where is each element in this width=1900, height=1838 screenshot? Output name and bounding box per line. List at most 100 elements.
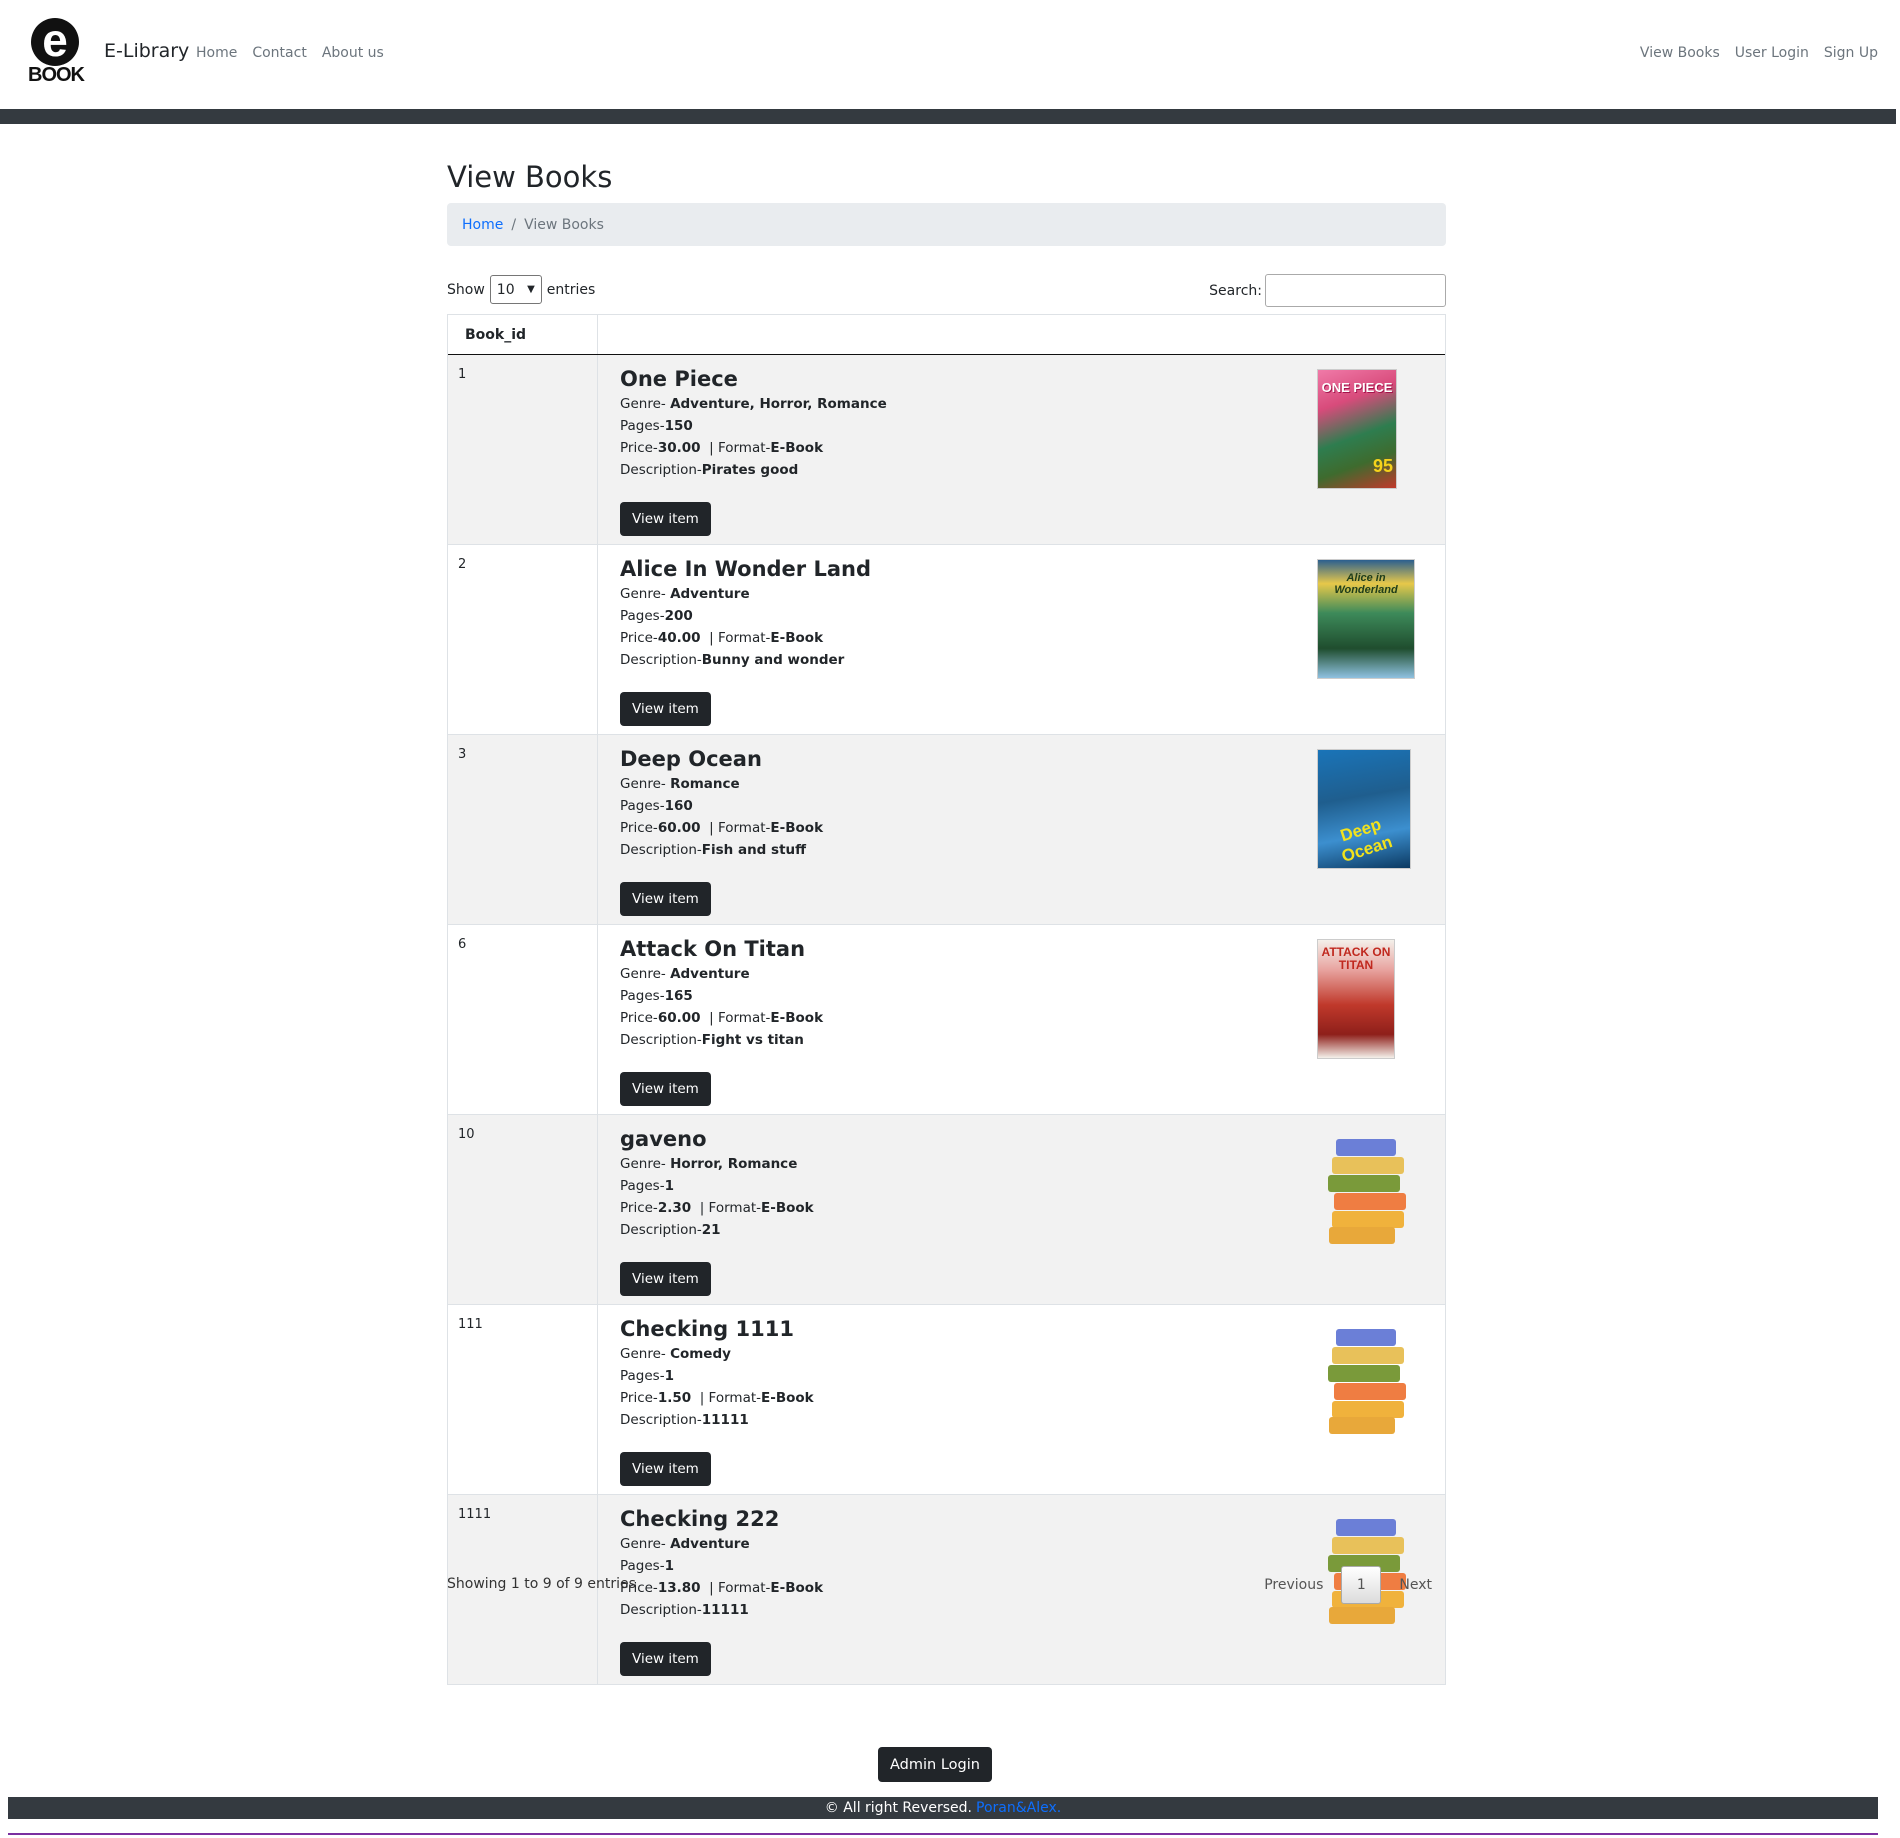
table-header: Book_id — [448, 314, 1445, 355]
footer-bottom-line — [8, 1833, 1878, 1835]
pagination-page-1[interactable]: 1 — [1341, 1566, 1382, 1604]
book-title: Checking 1111 — [620, 1317, 794, 1341]
breadcrumb-home-link[interactable]: Home — [462, 217, 503, 233]
book-title: Deep Ocean — [620, 747, 762, 771]
book-description: Description-Fight vs titan — [620, 1032, 804, 1048]
book-stack-icon[interactable] — [1326, 1137, 1406, 1244]
book-genre: Genre- Adventure — [620, 966, 750, 982]
footer-author-link[interactable]: Poran&Alex. — [976, 1800, 1061, 1816]
book-price-format: Price-1.50 | Format-E-Book — [620, 1390, 814, 1406]
table-info: Showing 1 to 9 of 9 entries — [447, 1576, 636, 1592]
table-row: 6 Attack On Titan Genre- Adventure Pages… — [448, 925, 1445, 1115]
book-cell: One Piece Genre- Adventure, Horror, Roma… — [598, 355, 1445, 544]
book-title: gaveno — [620, 1127, 707, 1151]
book-cell: Alice In Wonder Land Genre- Adventure Pa… — [598, 545, 1445, 734]
book-cell: Checking 1111 Genre- Comedy Pages-1 Pric… — [598, 1305, 1445, 1494]
nav-user-login-link[interactable]: User Login — [1735, 45, 1809, 61]
book-genre: Genre- Adventure — [620, 586, 750, 602]
book-id-cell: 2 — [448, 545, 598, 734]
pagination-next[interactable]: Next — [1385, 1568, 1446, 1602]
show-label: Show — [447, 281, 485, 298]
book-id-cell: 6 — [448, 925, 598, 1114]
book-cell: gaveno Genre- Horror, Romance Pages-1 Pr… — [598, 1115, 1445, 1304]
pagination-previous[interactable]: Previous — [1250, 1568, 1337, 1602]
table-row: 2 Alice In Wonder Land Genre- Adventure … — [448, 545, 1445, 735]
book-pages: Pages-200 — [620, 608, 693, 624]
ebook-logo[interactable]: e BOOK — [25, 14, 87, 86]
books-table: Book_id 1 One Piece Genre- Adventure, Ho… — [447, 314, 1446, 1685]
book-genre: Genre- Comedy — [620, 1346, 731, 1362]
book-price-format: Price-40.00 | Format-E-Book — [620, 630, 824, 646]
attack-on-titan-cover[interactable]: ATTACK ON TITAN — [1317, 939, 1395, 1059]
view-item-button[interactable]: View item — [620, 1072, 711, 1106]
column-header-book-id[interactable]: Book_id — [448, 315, 598, 354]
book-genre: Genre- Horror, Romance — [620, 1156, 798, 1172]
breadcrumb: Home / View Books — [447, 203, 1446, 246]
nav-left: Home Contact About us — [196, 45, 384, 61]
search-input[interactable] — [1265, 274, 1446, 307]
breadcrumb-current: View Books — [524, 216, 604, 233]
navbar-divider — [0, 109, 1896, 124]
nav-right: View Books User Login Sign Up — [1640, 45, 1878, 61]
entries-length-control: Show 10 ▼ entries — [447, 275, 595, 304]
book-id-cell: 10 — [448, 1115, 598, 1304]
book-price-format: Price-60.00 | Format-E-Book — [620, 820, 824, 836]
book-title: One Piece — [620, 367, 738, 391]
admin-login-button[interactable]: Admin Login — [878, 1747, 992, 1782]
nav-about-link[interactable]: About us — [322, 45, 384, 61]
book-pages: Pages-160 — [620, 798, 693, 814]
table-search: Search: — [1209, 274, 1446, 307]
navbar: e BOOK E-Library Home Contact About us V… — [0, 0, 1900, 109]
book-description: Description-21 — [620, 1222, 721, 1238]
search-label: Search: — [1209, 282, 1262, 299]
view-item-button[interactable]: View item — [620, 1262, 711, 1296]
footer-text: © All right Reversed. — [824, 1800, 972, 1816]
nav-contact-link[interactable]: Contact — [252, 45, 306, 61]
cover-title-text: ATTACK ON TITAN — [1321, 945, 1391, 972]
book-cell: Deep Ocean Genre- Romance Pages-160 Pric… — [598, 735, 1445, 924]
nav-sign-up-link[interactable]: Sign Up — [1824, 45, 1878, 61]
logo-letter: e — [42, 14, 68, 66]
brand-name[interactable]: E-Library — [104, 40, 189, 62]
table-row: 10 gaveno Genre- Horror, Romance Pages-1… — [448, 1115, 1445, 1305]
book-genre: Genre- Romance — [620, 776, 740, 792]
book-genre: Genre- Adventure, Horror, Romance — [620, 396, 887, 412]
book-stack-icon[interactable] — [1326, 1327, 1406, 1434]
cover-volume-text: 95 — [1372, 456, 1394, 476]
book-pages: Pages-165 — [620, 988, 693, 1004]
book-description: Description-Fish and stuff — [620, 842, 807, 858]
entries-select-value: 10 — [496, 281, 515, 298]
view-item-button[interactable]: View item — [620, 692, 711, 726]
book-description: Description-Bunny and wonder — [620, 652, 845, 668]
deep-ocean-cover[interactable]: Deep Ocean — [1317, 749, 1411, 869]
cover-title-text: Deep Ocean — [1338, 814, 1395, 867]
alice-cover[interactable]: Alice in Wonderland — [1317, 559, 1415, 679]
pagination: Previous 1 Next — [1250, 1566, 1446, 1604]
nav-home-link[interactable]: Home — [196, 45, 237, 61]
view-item-button[interactable]: View item — [620, 1452, 711, 1486]
view-item-button[interactable]: View item — [620, 502, 711, 536]
page-title: View Books — [447, 160, 613, 194]
book-price-format: Price-2.30 | Format-E-Book — [620, 1200, 814, 1216]
book-title: Alice In Wonder Land — [620, 557, 871, 581]
book-price-format: Price-30.00 | Format-E-Book — [620, 440, 824, 456]
book-description: Description-Pirates good — [620, 462, 799, 478]
chevron-down-icon: ▼ — [527, 284, 535, 295]
cover-title-text: ONE PIECE — [1321, 380, 1393, 395]
one-piece-cover[interactable]: ONE PIECE 95 — [1317, 369, 1397, 489]
book-genre: Genre- Adventure — [620, 1536, 750, 1552]
nav-view-books-link[interactable]: View Books — [1640, 45, 1720, 61]
cover-title-text: Alice in Wonderland — [1334, 572, 1398, 596]
book-pages: Pages-1 — [620, 1368, 674, 1384]
book-id-cell: 3 — [448, 735, 598, 924]
entries-label: entries — [546, 281, 596, 298]
view-item-button[interactable]: View item — [620, 1642, 711, 1676]
entries-select[interactable]: 10 ▼ — [489, 275, 542, 304]
book-cell: Attack On Titan Genre- Adventure Pages-1… — [598, 925, 1445, 1114]
column-header-book[interactable] — [598, 315, 1445, 354]
book-price-format: Price-60.00 | Format-E-Book — [620, 1010, 824, 1026]
book-id-cell: 111 — [448, 1305, 598, 1494]
book-pages: Pages-1 — [620, 1178, 674, 1194]
book-title: Checking 222 — [620, 1507, 780, 1531]
view-item-button[interactable]: View item — [620, 882, 711, 916]
